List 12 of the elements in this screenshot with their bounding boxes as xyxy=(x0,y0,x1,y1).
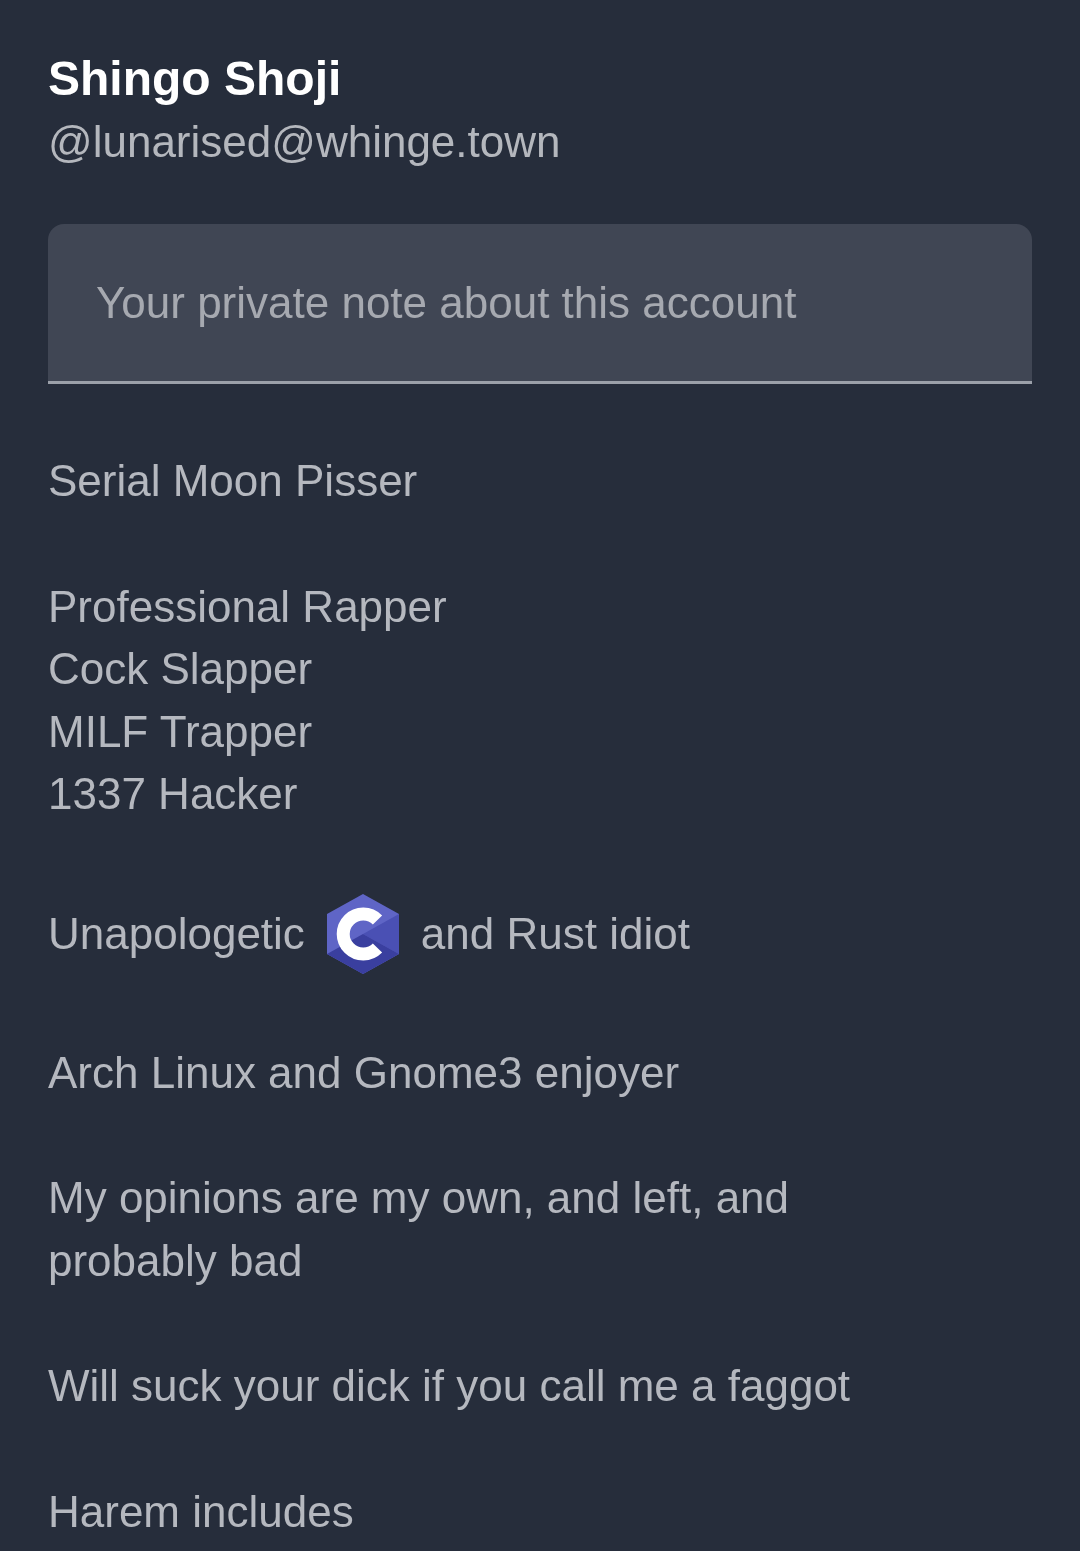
bio-text: Unapologetic xyxy=(48,907,305,960)
bio-paragraph: Serial Moon Pisser xyxy=(48,455,419,508)
hexagon-letter-emoji-icon xyxy=(326,893,399,974)
private-note-field[interactable]: Your private note about this account xyxy=(48,224,1032,385)
bio-paragraph: My opinions are my own, and left, and probably bad xyxy=(48,1172,791,1287)
bio-text: and Rust idiot xyxy=(420,907,690,960)
bio-paragraph: Will suck your dick if you call me a faggot xyxy=(48,1360,852,1413)
bio-paragraph: Professional Rapper Cock Slapper MILF Trapper 1337 Hacker xyxy=(48,580,448,821)
account-handle: @lunarised@whinge.town xyxy=(48,115,562,168)
display-name: Shingo Shoji xyxy=(48,51,343,107)
bio-paragraph: Arch Linux and Gnome3 enjoyer xyxy=(48,1046,681,1099)
bio-paragraph: Harem includes xyxy=(48,1485,355,1538)
